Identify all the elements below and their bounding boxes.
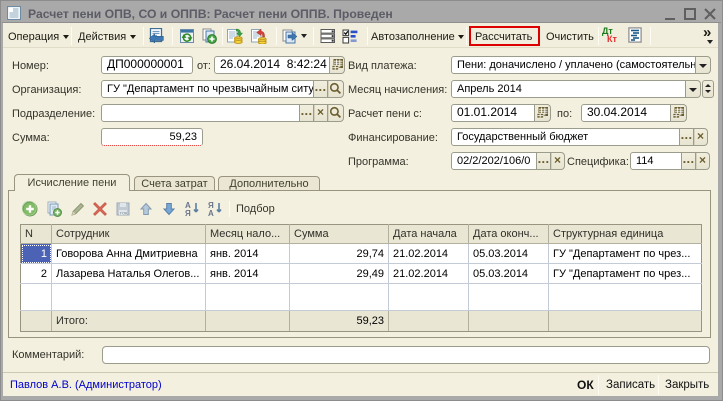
svg-text:А: А <box>208 209 214 217</box>
svg-text:ГОК: ГОК <box>120 211 128 216</box>
svg-text:Я: Я <box>185 209 191 217</box>
